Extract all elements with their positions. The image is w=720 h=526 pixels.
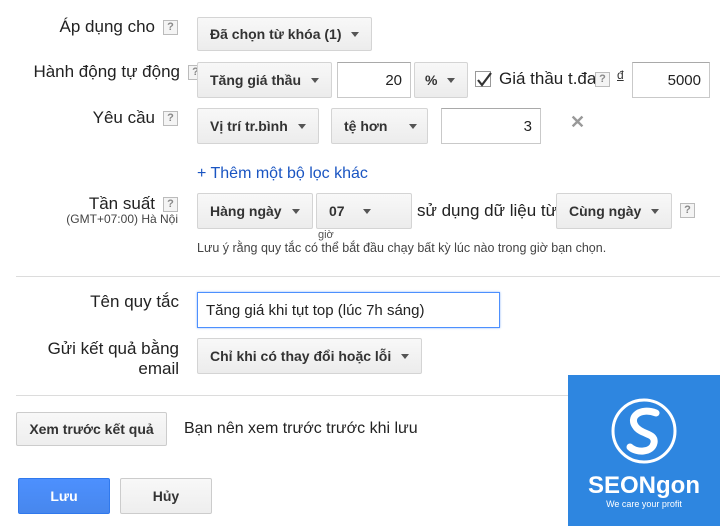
unit-dropdown[interactable]: %	[414, 62, 468, 98]
help-icon[interactable]: ?	[163, 111, 178, 126]
chevron-down-icon	[409, 123, 418, 129]
add-filter-link[interactable]: + Thêm một bộ lọc khác	[197, 165, 368, 183]
help-icon[interactable]: ?	[595, 72, 610, 87]
email-label-line2: email	[138, 359, 179, 378]
chevron-down-icon	[291, 208, 300, 214]
unit-value: %	[425, 72, 438, 88]
requirement-value-input[interactable]: 3	[441, 108, 541, 144]
chevron-down-icon	[362, 208, 371, 214]
chevron-down-icon	[401, 353, 410, 359]
chevron-down-icon	[311, 77, 319, 83]
data-range-dropdown[interactable]: Cùng ngày	[556, 193, 673, 229]
period-value: Hàng ngày	[210, 203, 282, 219]
currency-symbol: đ	[617, 68, 624, 82]
chevron-down-icon	[651, 208, 660, 214]
requirement-label: Yêu cầu	[92, 108, 155, 127]
auto-action-label: Hành động tự động	[33, 62, 180, 81]
preview-button[interactable]: Xem trước kết quả	[16, 412, 167, 446]
remove-icon[interactable]: ✕	[570, 112, 585, 133]
seongon-logo: SEONgon We care your profit	[568, 375, 720, 526]
max-bid-input[interactable]: 5000	[632, 62, 710, 98]
email-value: Chỉ khi có thay đổi hoặc lỗi	[210, 348, 392, 364]
help-icon[interactable]: ?	[163, 20, 178, 35]
metric-value: Vị trí tr.bình	[210, 118, 288, 134]
hour-value: 07	[329, 203, 345, 219]
timezone-label: (GMT+07:00) Hà Nội	[66, 212, 178, 226]
help-icon[interactable]: ?	[163, 197, 178, 212]
action-dropdown[interactable]: Tăng giá thầu	[197, 62, 332, 98]
max-bid-label: Giá thầu t.đa	[499, 69, 597, 88]
operator-value: tệ hơn	[344, 118, 388, 134]
rule-name-label: Tên quy tắc	[90, 292, 179, 311]
preview-hint: Bạn nên xem trước trước khi lưu	[184, 420, 418, 437]
logo-tagline: We care your profit	[606, 499, 682, 509]
email-label-line1: Gửi kết quả bằng	[47, 339, 179, 358]
hour-caption: giờ	[318, 229, 334, 241]
use-data-text: sử dụng dữ liệu từ	[417, 201, 557, 220]
logo-name: SEONgon	[588, 472, 700, 499]
chevron-down-icon	[297, 123, 306, 129]
hour-dropdown[interactable]: 07	[316, 193, 412, 229]
data-range-value: Cùng ngày	[569, 203, 642, 219]
apply-to-value: Đã chọn từ khóa (1)	[210, 26, 342, 42]
help-icon[interactable]: ?	[680, 203, 695, 218]
action-value: Tăng giá thầu	[210, 72, 301, 88]
apply-to-dropdown[interactable]: Đã chọn từ khóa (1)	[197, 17, 373, 51]
amount-input[interactable]: 20	[337, 62, 411, 98]
frequency-label: Tần suất	[88, 194, 155, 213]
rule-name-input[interactable]: Tăng giá khi tụt top (lúc 7h sáng)	[197, 292, 500, 328]
email-label: Gửi kết quả bằng email	[48, 339, 179, 379]
email-dropdown[interactable]: Chỉ khi có thay đổi hoặc lỗi	[197, 338, 423, 374]
cancel-button[interactable]: Hủy	[120, 478, 212, 514]
frequency-note: Lưu ý rằng quy tắc có thể bắt đầu chạy b…	[197, 241, 607, 255]
save-button[interactable]: Lưu	[18, 478, 110, 514]
operator-dropdown[interactable]: tệ hơn	[331, 108, 428, 144]
chevron-down-icon	[447, 77, 456, 83]
check-icon	[477, 72, 492, 87]
apply-to-label: Áp dụng cho	[59, 17, 155, 36]
chevron-down-icon	[351, 31, 360, 37]
section-divider	[16, 395, 568, 396]
period-dropdown[interactable]: Hàng ngày	[197, 193, 313, 229]
section-divider	[16, 276, 720, 277]
max-bid-checkbox[interactable]	[475, 71, 492, 87]
logo-mark-icon	[611, 398, 677, 464]
metric-dropdown[interactable]: Vị trí tr.bình	[197, 108, 319, 144]
